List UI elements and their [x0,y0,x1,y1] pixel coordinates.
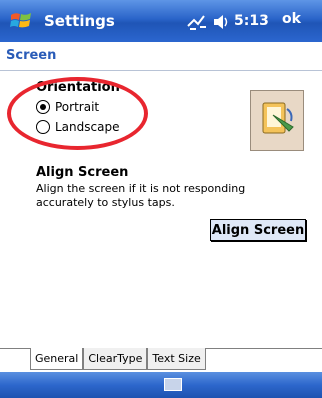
tab-bar: General ClearType Text Size [30,348,206,370]
align-screen-description: Align the screen if it is not responding… [36,182,246,209]
menu-bar [0,372,322,398]
ok-button[interactable]: ok [282,11,322,33]
tab-text-size[interactable]: Text Size [147,348,206,370]
clock[interactable]: 5:13 [234,13,269,29]
volume-icon[interactable] [212,12,232,32]
page-header: Screen [0,42,322,71]
app-title: Settings [44,12,115,30]
align-screen-button[interactable]: Align Screen [210,219,306,241]
screen-rotation-icon [262,102,294,134]
orientation-preview [250,90,304,151]
tab-general[interactable]: General [30,348,84,370]
keyboard-icon[interactable] [164,378,182,391]
align-screen-heading: Align Screen [36,165,129,180]
title-bar: Settings 5:13 ok [0,0,322,42]
connectivity-icon[interactable] [186,12,208,32]
highlight-circle [7,77,148,150]
tab-cleartype[interactable]: ClearType [83,348,148,370]
windows-flag-icon[interactable] [8,9,34,33]
settings-content: Orientation Portrait Landscape Align Scr… [0,71,322,348]
page-title: Screen [6,48,57,63]
